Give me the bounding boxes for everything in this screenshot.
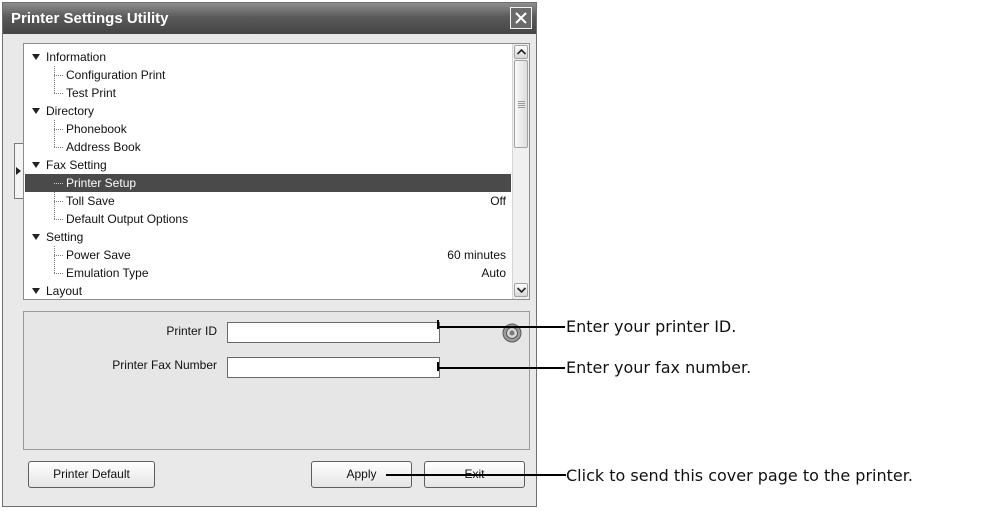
tree-item-row[interactable]: Emulation Type Auto [25, 264, 511, 282]
arrow-right-icon [16, 167, 21, 175]
tree-item-label: Phonebook [66, 122, 127, 136]
tree-connector [54, 129, 63, 130]
title-bar[interactable]: Printer Settings Utility [3, 3, 536, 34]
printer-id-label: Printer ID [166, 324, 217, 338]
tree-group-label: Directory [46, 104, 95, 118]
printer-id-input[interactable] [227, 322, 440, 343]
tree-connector [54, 93, 63, 94]
tree-connector [54, 255, 63, 256]
scroll-up-button[interactable] [514, 45, 528, 59]
tree-item-row[interactable]: Printer Setup [25, 174, 511, 192]
triangle-down-icon[interactable] [32, 162, 40, 168]
tree-item-value: Auto [481, 266, 506, 280]
chevron-up-icon [517, 49, 526, 55]
tree-item-label: Power Save [66, 248, 131, 262]
fax-settings-panel: Printer ID Printer Fax Number [23, 311, 530, 450]
triangle-down-icon[interactable] [32, 108, 40, 114]
tree-group-row[interactable]: Directory [25, 102, 511, 120]
chevron-down-icon [517, 287, 526, 293]
tree-item-label: Toll Save [66, 194, 115, 208]
tree-group-label: Setting [46, 230, 84, 244]
tree-group-label: Fax Setting [46, 158, 107, 172]
tree-connector [54, 273, 63, 274]
callout-printer-id-text: Enter your printer ID. [566, 317, 737, 336]
triangle-down-icon[interactable] [32, 288, 40, 294]
tree-item-row[interactable]: Toll Save Off [25, 192, 511, 210]
tree-group-label: Layout [46, 284, 83, 298]
printer-default-button[interactable]: Printer Default [28, 461, 155, 488]
callout-fax-number-text: Enter your fax number. [566, 358, 752, 377]
tree-group-row[interactable]: Fax Setting [25, 156, 511, 174]
tree-scrollbar[interactable] [512, 44, 529, 299]
tree-connector [54, 219, 63, 220]
tree-item-row[interactable]: Phonebook [25, 120, 511, 138]
tree-item-label: Emulation Type [66, 266, 149, 280]
callout-printer-id-line [437, 326, 565, 328]
tree-connector [54, 201, 63, 202]
callout-apply-line [386, 474, 566, 476]
window-title: Printer Settings Utility [11, 10, 169, 27]
tree-item-value: Off [490, 194, 506, 208]
tree-group-row[interactable]: Layout [25, 282, 511, 299]
tree-item-row[interactable]: Default Output Options [25, 210, 511, 228]
tree-item-label: Printer Setup [66, 176, 137, 190]
settings-tree: Information Configuration Print Test Print… [23, 43, 530, 300]
tree-connector [54, 183, 63, 184]
tree-item-label: Address Book [66, 140, 141, 154]
triangle-down-icon[interactable] [32, 234, 40, 240]
tree-item-row[interactable]: Test Print [25, 84, 511, 102]
grip-icon [518, 101, 525, 108]
scroll-down-button[interactable] [514, 283, 528, 297]
tree-item-row[interactable]: Address Book [25, 138, 511, 156]
tree-group-row[interactable]: Information [25, 48, 511, 66]
tree-item-value: 60 minutes [447, 248, 506, 262]
tree-item-row[interactable]: Power Save 60 minutes [25, 246, 511, 264]
tree-item-row[interactable]: Configuration Print [25, 66, 511, 84]
close-icon [515, 12, 527, 24]
fax-number-label: Printer Fax Number [112, 358, 217, 372]
fax-number-input[interactable] [227, 357, 440, 378]
tree-connector [54, 147, 63, 148]
tree-connector [54, 75, 63, 76]
close-button[interactable] [510, 7, 532, 29]
tree-item-label: Default Output Options [66, 212, 189, 226]
side-panel-toggle[interactable] [14, 143, 23, 199]
tree-group-row[interactable]: Setting [25, 228, 511, 246]
scroll-thumb[interactable] [514, 60, 528, 148]
callout-fax-number-line [437, 367, 565, 369]
tree-item-label: Configuration Print [66, 68, 166, 82]
triangle-down-icon[interactable] [32, 54, 40, 60]
tree-group-label: Information [46, 50, 107, 64]
callout-apply-text: Click to send this cover page to the pri… [566, 466, 913, 485]
tree-item-label: Test Print [66, 86, 117, 100]
